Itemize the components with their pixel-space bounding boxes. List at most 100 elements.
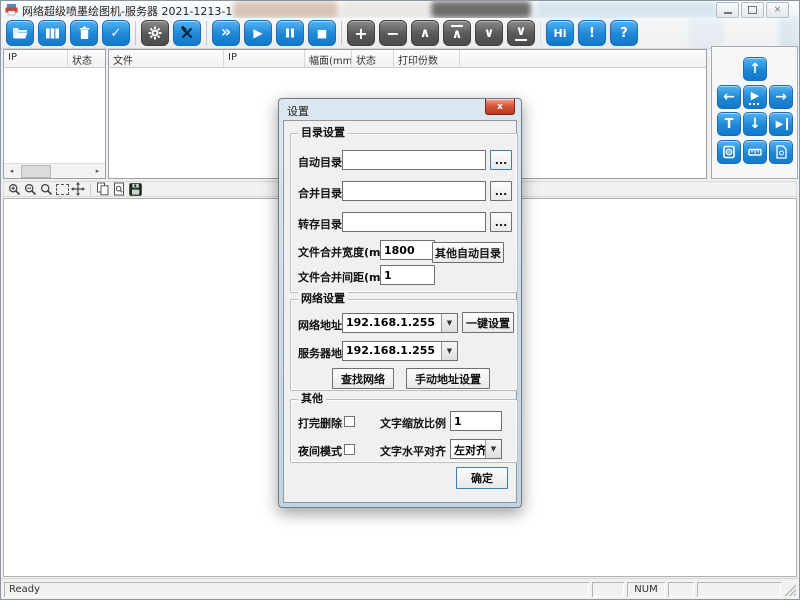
stop-button[interactable]: ■: [308, 20, 336, 46]
open-file-button[interactable]: [6, 20, 34, 46]
duplicate-button[interactable]: [96, 182, 110, 196]
save-button[interactable]: [128, 182, 142, 196]
close-icon: x: [497, 102, 503, 112]
skip-end-icon: ▶: [776, 119, 784, 130]
fast-forward-button[interactable]: »: [212, 20, 240, 46]
start-button[interactable]: ▶: [244, 20, 272, 46]
transfer-dir-browse-button[interactable]: ...: [490, 212, 512, 232]
column-header-status[interactable]: 状态: [68, 50, 105, 67]
auto-dir-label: 自动目录: [298, 154, 342, 170]
remove-button[interactable]: −: [379, 20, 407, 46]
chevron-down-icon: ∨: [484, 26, 495, 41]
manual-address-button[interactable]: 手动地址设置: [406, 368, 490, 389]
print-preview-button[interactable]: [112, 182, 126, 196]
column-header-ip[interactable]: IP: [4, 50, 68, 67]
maximize-icon: [748, 6, 757, 14]
server-address-value: 192.168.1.255: [343, 342, 441, 360]
ok-button[interactable]: 确定: [456, 467, 508, 489]
group-label: 网络设置: [298, 292, 348, 306]
column-header-file[interactable]: 文件: [109, 50, 224, 67]
preview-page-button[interactable]: [769, 140, 793, 164]
column-header-width[interactable]: 幅面(mm): [305, 50, 352, 67]
merge-dir-input[interactable]: [342, 181, 486, 201]
merge-width-input[interactable]: [380, 240, 435, 260]
zoom-out-button[interactable]: [23, 182, 37, 196]
merge-gap-input[interactable]: [380, 265, 435, 285]
confirm-button[interactable]: ✓: [102, 20, 130, 46]
night-mode-checkbox[interactable]: [344, 444, 355, 455]
jog-down-button[interactable]: ↓: [743, 112, 767, 136]
trash-icon: [77, 26, 92, 40]
zoom-in-icon: [8, 183, 21, 196]
select-region-button[interactable]: [55, 182, 69, 196]
minimize-button[interactable]: [716, 2, 739, 18]
jog-right-button[interactable]: →: [769, 85, 793, 109]
other-auto-dir-button[interactable]: 其他自动目录: [432, 242, 504, 263]
close-icon: ×: [774, 6, 782, 15]
column-header-status[interactable]: 状态: [352, 50, 394, 67]
server-address-combo[interactable]: 192.168.1.255 ▼: [342, 341, 458, 361]
arrow-up-icon: ↑: [749, 61, 761, 77]
scroll-left-button[interactable]: ◂: [4, 164, 19, 178]
floppy-disk-icon: [129, 183, 142, 196]
find-network-button[interactable]: 查找网络: [332, 368, 394, 389]
column-header-copies[interactable]: 打印份数: [394, 50, 460, 67]
move-up-button[interactable]: ∧: [411, 20, 439, 46]
close-button[interactable]: ×: [766, 2, 789, 18]
settings-button[interactable]: [141, 20, 169, 46]
dropdown-arrow-icon[interactable]: ▼: [485, 440, 501, 458]
add-button[interactable]: +: [347, 20, 375, 46]
resize-grip[interactable]: [783, 583, 796, 596]
maximize-button[interactable]: [741, 2, 764, 18]
merge-dir-browse-button[interactable]: ...: [490, 181, 512, 201]
test-print-button[interactable]: ▶: [743, 85, 767, 109]
delete-after-print-checkbox[interactable]: [344, 416, 355, 427]
dialog-body: 目录设置 自动目录 ... 合并目录 ... 转存目录 ... 文件合并宽度(m…: [283, 120, 517, 503]
horizontal-scrollbar[interactable]: ◂ ▸: [4, 163, 105, 178]
help-button[interactable]: ?: [610, 20, 638, 46]
jog-left-button[interactable]: ←: [717, 85, 741, 109]
network-address-combo[interactable]: 192.168.1.255 ▼: [342, 313, 458, 333]
scroll-right-button[interactable]: ▸: [90, 164, 105, 178]
dropdown-arrow-icon[interactable]: ▼: [441, 314, 457, 332]
title-bar: 网络超级喷墨绘图机-服务器 2021-1213-1 ×: [1, 1, 799, 18]
one-key-setup-button[interactable]: 一键设置: [462, 312, 514, 333]
text-tool-button[interactable]: T: [717, 112, 741, 136]
columns-icon: [45, 27, 60, 40]
auto-dir-browse-button[interactable]: ...: [490, 150, 512, 170]
end-bar-icon: [786, 118, 788, 130]
zoom-fit-button[interactable]: [39, 182, 53, 196]
hammer-wrench-icon: [180, 26, 194, 40]
text-scale-input[interactable]: [450, 411, 502, 431]
text-align-combo[interactable]: 左对齐 ▼: [450, 439, 502, 459]
move-to-bottom-button[interactable]: ∨: [507, 20, 535, 46]
status-pane: [592, 582, 624, 597]
transfer-dir-label: 转存目录: [298, 216, 342, 232]
ruler-marks-icon: [749, 103, 761, 105]
arrow-left-icon: ←: [723, 89, 735, 105]
move-down-button[interactable]: ∨: [475, 20, 503, 46]
alert-button[interactable]: !: [578, 20, 606, 46]
measure-button[interactable]: [743, 140, 767, 164]
auto-dir-input[interactable]: [342, 150, 486, 170]
camera-button[interactable]: [717, 140, 741, 164]
dialog-close-button[interactable]: x: [485, 99, 515, 115]
scrollbar-thumb[interactable]: [21, 165, 51, 178]
column-header-ip[interactable]: IP: [224, 50, 305, 67]
chevron-up-icon: ∧: [420, 26, 431, 41]
tools-button[interactable]: [173, 20, 201, 46]
columns-view-button[interactable]: [38, 20, 66, 46]
feed-to-end-button[interactable]: ▶: [769, 112, 793, 136]
column-header-filler: [460, 50, 706, 67]
delete-button[interactable]: [70, 20, 98, 46]
pause-button[interactable]: [276, 20, 304, 46]
pan-button[interactable]: [71, 182, 85, 196]
plus-icon: +: [354, 24, 367, 43]
dropdown-arrow-icon[interactable]: ▼: [441, 342, 457, 360]
window-title: 网络超级喷墨绘图机-服务器 2021-1213-1: [22, 3, 232, 18]
zoom-in-button[interactable]: [7, 182, 21, 196]
jog-up-button[interactable]: ↑: [743, 57, 767, 81]
move-to-top-button[interactable]: ∧: [443, 20, 471, 46]
transfer-dir-input[interactable]: [342, 212, 486, 232]
hi-button[interactable]: Hi: [546, 20, 574, 46]
